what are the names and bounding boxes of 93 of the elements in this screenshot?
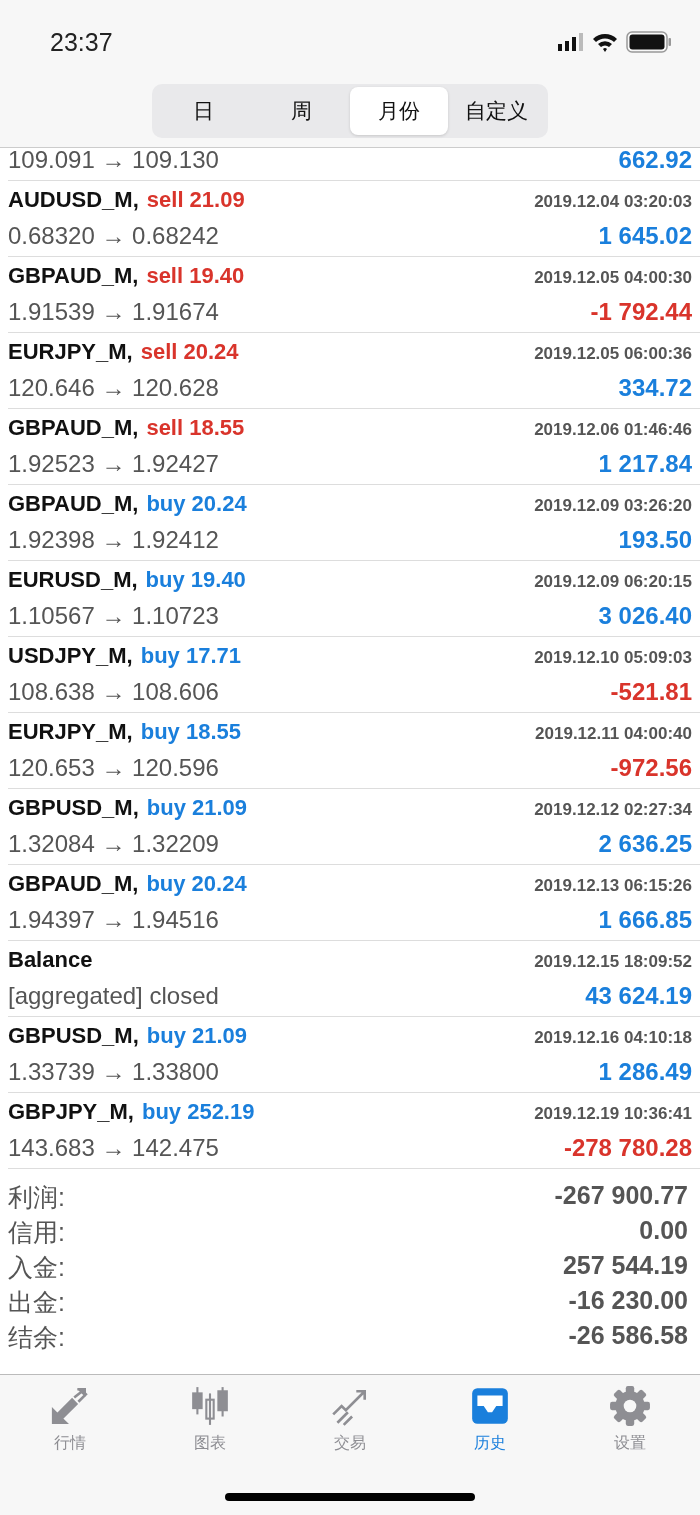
summary-label: 结余: bbox=[8, 1322, 65, 1353]
price-range: 1.33739 → 1.33800 bbox=[8, 1058, 219, 1086]
deal-volume: buy 20.24 bbox=[146, 871, 247, 896]
deal-time: 2019.12.15 18:09:52 bbox=[534, 952, 692, 972]
tab-bar-item[interactable]: 设置 bbox=[560, 1385, 700, 1461]
deal-symbol: USDJPY_M, bbox=[8, 643, 133, 668]
deal-volume: sell 18.55 bbox=[146, 415, 245, 440]
profit-value: 662.92 bbox=[618, 146, 692, 174]
deal-time: 2019.12.16 04:10:18 bbox=[534, 1028, 692, 1048]
deal-volume: sell 20.24 bbox=[140, 339, 239, 364]
profit-value: 1 286.49 bbox=[598, 1058, 692, 1086]
summary-label: 出金: bbox=[8, 1287, 65, 1318]
profit-value: 43 624.19 bbox=[585, 982, 692, 1010]
deal-volume: buy 252.19 bbox=[141, 1099, 255, 1124]
profit-value: 193.50 bbox=[618, 526, 692, 554]
period-tab[interactable]: 自定义 bbox=[447, 87, 545, 135]
profit-value: -972.56 bbox=[610, 754, 692, 782]
deal-symbol: GBPJPY_M, bbox=[8, 1099, 134, 1124]
price-range: 1.94397 → 1.94516 bbox=[8, 906, 219, 934]
settings-icon bbox=[609, 1385, 651, 1427]
price-range: 108.638 → 108.606 bbox=[8, 678, 219, 706]
deal-volume: buy 20.24 bbox=[146, 491, 247, 516]
deal-volume: buy 19.40 bbox=[145, 567, 246, 592]
summary-value: 257 544.19 bbox=[562, 1251, 688, 1281]
deal-symbol: GBPAUD_M, bbox=[8, 491, 139, 516]
price-range: 1.32084 → 1.32209 bbox=[8, 830, 219, 858]
summary-value: -16 230.00 bbox=[568, 1286, 688, 1316]
tab-bar-item[interactable]: 图表 bbox=[140, 1385, 280, 1461]
price-range: [aggregated] closed bbox=[8, 982, 219, 1010]
battery-icon bbox=[626, 31, 672, 53]
signal-icon bbox=[558, 33, 584, 51]
deal-symbol: EURUSD_M, bbox=[8, 567, 138, 592]
deal-time: 2019.12.04 03:20:03 bbox=[534, 192, 692, 212]
deal-time: 2019.12.12 02:27:34 bbox=[534, 800, 692, 820]
deal-time: 2019.12.19 10:36:41 bbox=[534, 1104, 692, 1124]
deal-time: 2019.12.09 03:26:20 bbox=[534, 496, 692, 516]
deal-volume: buy 18.55 bbox=[140, 719, 241, 744]
profit-value: 3 026.40 bbox=[598, 602, 692, 630]
price-range: 1.92398 → 1.92412 bbox=[8, 526, 219, 554]
deal-symbol: GBPAUD_M, bbox=[8, 415, 139, 440]
profit-value: -278 780.28 bbox=[563, 1134, 692, 1162]
inbox-icon bbox=[469, 1385, 511, 1427]
deal-time: 2019.12.10 05:09:03 bbox=[534, 648, 692, 668]
deal-symbol: GBPUSD_M, bbox=[8, 795, 139, 820]
price-range: 1.10567 → 1.10723 bbox=[8, 602, 219, 630]
summary-value: -26 586.58 bbox=[568, 1321, 688, 1351]
deal-volume: buy 21.09 bbox=[146, 1023, 248, 1048]
period-tab[interactable]: 周 bbox=[252, 87, 350, 135]
arrows-icon bbox=[49, 1385, 91, 1427]
deal-symbol: EURJPY_M, bbox=[8, 719, 133, 744]
deal-volume: buy 21.09 bbox=[146, 795, 248, 820]
deal-time: 2019.12.06 01:46:46 bbox=[534, 420, 692, 440]
period-tab[interactable]: 日 bbox=[155, 87, 253, 135]
candlestick-icon bbox=[189, 1385, 231, 1427]
price-range: 120.646 → 120.628 bbox=[8, 374, 219, 402]
deal-symbol: GBPUSD_M, bbox=[8, 1023, 139, 1048]
deal-symbol: GBPAUD_M, bbox=[8, 871, 139, 896]
deal-time: 2019.12.09 06:20:15 bbox=[534, 572, 692, 592]
deal-time: 2019.12.13 06:15:26 bbox=[534, 876, 692, 896]
deal-volume: sell 21.09 bbox=[146, 187, 245, 212]
wifi-icon bbox=[592, 32, 618, 52]
summary-label: 信用: bbox=[8, 1217, 65, 1248]
profit-value: -1 792.44 bbox=[590, 298, 692, 326]
status-time: 23:37 bbox=[50, 27, 113, 57]
tab-bar-item[interactable]: 历史 bbox=[420, 1385, 560, 1461]
deal-symbol: GBPAUD_M, bbox=[8, 263, 139, 288]
price-range: 120.653 → 120.596 bbox=[8, 754, 219, 782]
price-range: 1.91539 → 1.91674 bbox=[8, 298, 219, 326]
summary-value: -267 900.77 bbox=[554, 1181, 688, 1211]
deal-symbol: Balance bbox=[8, 947, 93, 972]
profit-value: 1 217.84 bbox=[598, 450, 692, 478]
price-range: 1.92523 → 1.92427 bbox=[8, 450, 219, 478]
summary-label: 入金: bbox=[8, 1252, 65, 1283]
deal-time: 2019.12.05 04:00:30 bbox=[534, 268, 692, 288]
price-range: 109.091 → 109.130 bbox=[8, 146, 219, 174]
profit-value: 2 636.25 bbox=[598, 830, 692, 858]
summary-label: 利润: bbox=[8, 1182, 65, 1213]
price-range: 0.68320 → 0.68242 bbox=[8, 222, 219, 250]
deal-symbol: AUDUSD_M, bbox=[8, 187, 139, 212]
profit-value: 1 666.85 bbox=[598, 906, 692, 934]
profit-value: 1 645.02 bbox=[598, 222, 692, 250]
deal-volume: sell 19.40 bbox=[146, 263, 245, 288]
profit-value: -521.81 bbox=[610, 678, 692, 706]
tab-bar-item[interactable]: 行情 bbox=[0, 1385, 140, 1461]
deal-time: 2019.12.11 04:00:40 bbox=[535, 724, 692, 744]
price-range: 143.683 → 142.475 bbox=[8, 1134, 219, 1162]
deal-volume: buy 17.71 bbox=[140, 643, 241, 668]
deal-time: 2019.12.05 06:00:36 bbox=[534, 344, 692, 364]
period-tab[interactable]: 月份 bbox=[350, 87, 448, 135]
profit-value: 334.72 bbox=[618, 374, 692, 402]
tab-bar-item[interactable]: 交易 bbox=[280, 1385, 420, 1461]
summary-value: 0.00 bbox=[639, 1216, 688, 1246]
deal-symbol: EURJPY_M, bbox=[8, 339, 133, 364]
